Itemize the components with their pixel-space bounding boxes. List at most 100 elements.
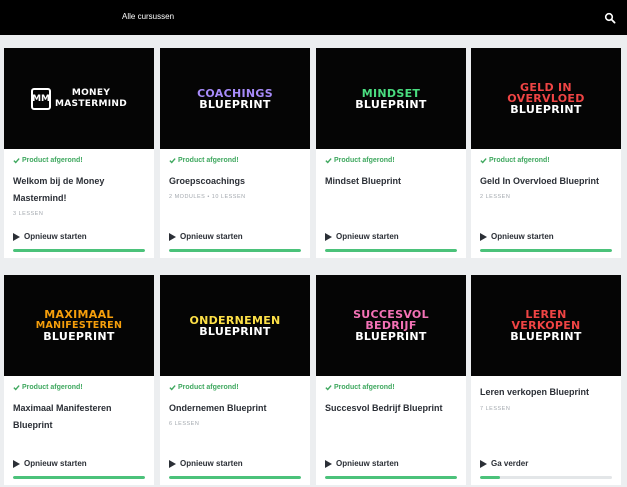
checkmark-icon bbox=[325, 158, 332, 164]
logo-text: BLUEPRINT bbox=[355, 97, 427, 111]
progress-bar bbox=[13, 249, 145, 252]
status-label: Product afgerond! bbox=[178, 384, 239, 391]
course-meta: 2 MODULES • 10 LESSEN bbox=[169, 194, 246, 200]
course-title[interactable]: Ondernemen Blueprint bbox=[169, 400, 303, 417]
restart-button[interactable]: Opnieuw starten bbox=[480, 232, 554, 241]
money-mastermind-logo: MM MONEY MASTERMIND bbox=[31, 87, 127, 110]
checkmark-icon bbox=[13, 158, 20, 164]
course-title[interactable]: Maximaal Manifesteren Blueprint bbox=[13, 400, 147, 434]
course-thumbnail[interactable]: SUCCESVOL BEDRIJF BLUEPRINT bbox=[316, 275, 466, 376]
course-meta: 2 LESSEN bbox=[480, 194, 511, 200]
checkmark-icon bbox=[169, 385, 176, 391]
logo-text: MONEY bbox=[71, 87, 111, 98]
course-card[interactable]: MINDSET BLUEPRINT Product afgerond! Mindset… bbox=[316, 48, 466, 258]
progress-fill bbox=[13, 249, 145, 252]
course-meta: 3 LESSEN bbox=[13, 211, 44, 217]
course-meta: 6 LESSEN bbox=[169, 421, 200, 427]
continue-button[interactable]: Ga verder bbox=[480, 459, 528, 468]
logo-text: MAXIMAAL bbox=[44, 308, 114, 321]
course-title[interactable]: Mindset Blueprint bbox=[325, 173, 459, 190]
restart-button[interactable]: Opnieuw starten bbox=[13, 459, 87, 468]
action-label: Opnieuw starten bbox=[180, 459, 243, 468]
restart-button[interactable]: Opnieuw starten bbox=[13, 232, 87, 241]
play-icon bbox=[13, 232, 20, 241]
completion-status: Product afgerond! bbox=[480, 157, 550, 164]
progress-bar bbox=[325, 476, 457, 479]
course-card[interactable]: GELD IN OVERVLOED BLUEPRINT Product afgeron… bbox=[471, 48, 621, 258]
completion-status: Product afgerond! bbox=[13, 157, 83, 164]
restart-button[interactable]: Opnieuw starten bbox=[325, 232, 399, 241]
mm-emblem-icon: MM bbox=[31, 87, 52, 110]
course-thumbnail[interactable]: GELD IN OVERVLOED BLUEPRINT bbox=[471, 48, 621, 149]
play-icon bbox=[325, 459, 332, 468]
play-icon bbox=[169, 232, 176, 241]
course-title[interactable]: Geld In Overvloed Blueprint bbox=[480, 173, 614, 190]
course-thumbnail[interactable]: COACHINGS BLUEPRINT bbox=[160, 48, 310, 149]
logo-text: MINDSET bbox=[361, 86, 421, 100]
course-thumbnail[interactable]: ONDERNEMEN BLUEPRINT bbox=[160, 275, 310, 376]
status-label: Product afgerond! bbox=[489, 157, 550, 164]
course-card[interactable]: ONDERNEMEN BLUEPRINT Product afgerond! Onde… bbox=[160, 275, 310, 485]
course-title[interactable]: Leren verkopen Blueprint bbox=[480, 384, 614, 401]
progress-fill bbox=[325, 249, 457, 252]
course-title[interactable]: Succesvol Bedrijf Blueprint bbox=[325, 400, 459, 417]
action-label: Opnieuw starten bbox=[336, 459, 399, 468]
play-icon bbox=[325, 232, 332, 241]
restart-button[interactable]: Opnieuw starten bbox=[325, 459, 399, 468]
course-card[interactable]: MM MONEY MASTERMIND Product afgerond! Welkom… bbox=[4, 48, 154, 258]
course-card[interactable]: COACHINGS BLUEPRINT Product afgerond! Groep… bbox=[160, 48, 310, 258]
progress-bar bbox=[13, 476, 145, 479]
restart-button[interactable]: Opnieuw starten bbox=[169, 459, 243, 468]
action-label: Opnieuw starten bbox=[336, 232, 399, 241]
checkmark-icon bbox=[325, 385, 332, 391]
course-thumbnail[interactable]: MINDSET BLUEPRINT bbox=[316, 48, 466, 149]
logo-text: BLUEPRINT bbox=[43, 330, 115, 343]
progress-fill bbox=[169, 476, 301, 479]
logo-text: BLUEPRINT bbox=[510, 103, 582, 116]
restart-button[interactable]: Opnieuw starten bbox=[169, 232, 243, 241]
action-label: Opnieuw starten bbox=[491, 232, 554, 241]
play-icon bbox=[480, 459, 487, 468]
play-icon bbox=[480, 232, 487, 241]
logo-text: BLUEPRINT bbox=[510, 330, 582, 343]
action-label: Ga verder bbox=[491, 459, 529, 468]
course-thumbnail[interactable]: MAXIMAAL MANIFESTEREN BLUEPRINT bbox=[4, 275, 154, 376]
progress-fill bbox=[13, 476, 145, 479]
course-thumbnail[interactable]: LEREN VERKOPEN BLUEPRINT bbox=[471, 275, 621, 376]
progress-bar bbox=[480, 476, 612, 479]
play-icon bbox=[13, 459, 20, 468]
progress-bar bbox=[325, 249, 457, 252]
play-icon bbox=[169, 459, 176, 468]
status-label: Product afgerond! bbox=[22, 384, 83, 391]
logo-text: BLUEPRINT bbox=[199, 324, 271, 338]
course-card[interactable]: MAXIMAAL MANIFESTEREN BLUEPRINT Product afg… bbox=[4, 275, 154, 485]
action-label: Opnieuw starten bbox=[180, 232, 243, 241]
course-card[interactable]: LEREN VERKOPEN BLUEPRINT Leren verkopen Blu… bbox=[471, 275, 621, 485]
progress-fill bbox=[325, 476, 457, 479]
course-card[interactable]: SUCCESVOL BEDRIJF BLUEPRINT Product afgeron… bbox=[316, 275, 466, 485]
checkmark-icon bbox=[480, 158, 487, 164]
course-title[interactable]: Groepscoachings bbox=[169, 173, 303, 190]
all-courses-link[interactable]: Alle cursussen bbox=[122, 12, 174, 21]
completion-status: Product afgerond! bbox=[325, 384, 395, 391]
logo-text: BLUEPRINT bbox=[355, 330, 427, 343]
search-icon[interactable] bbox=[604, 11, 616, 24]
course-thumbnail[interactable]: MM MONEY MASTERMIND bbox=[4, 48, 154, 149]
progress-fill bbox=[169, 249, 301, 252]
progress-bar bbox=[169, 249, 301, 252]
action-label: Opnieuw starten bbox=[24, 232, 87, 241]
checkmark-icon bbox=[169, 158, 176, 164]
status-label: Product afgerond! bbox=[22, 157, 83, 164]
logo-text: MASTERMIND bbox=[55, 98, 127, 109]
course-title[interactable]: Welkom bij de Money Mastermind! bbox=[13, 173, 147, 207]
action-label: Opnieuw starten bbox=[24, 459, 87, 468]
progress-fill bbox=[480, 249, 612, 252]
completion-status: Product afgerond! bbox=[169, 384, 239, 391]
status-label: Product afgerond! bbox=[178, 157, 239, 164]
status-label: Product afgerond! bbox=[334, 384, 395, 391]
progress-fill bbox=[480, 476, 500, 479]
logo-text: BLUEPRINT bbox=[199, 97, 271, 111]
top-navigation-bar: Alle cursussen bbox=[0, 0, 627, 35]
logo-text: COACHINGS bbox=[197, 86, 273, 100]
course-meta: 7 LESSEN bbox=[480, 406, 511, 412]
